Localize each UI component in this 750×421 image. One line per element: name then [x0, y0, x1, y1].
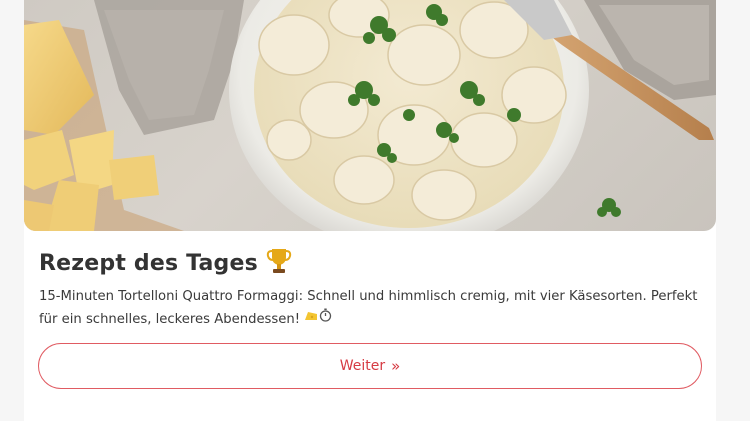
title-row: Rezept des Tages — [39, 246, 292, 280]
tortelloni-dish-image — [24, 0, 716, 231]
stopwatch-icon — [319, 308, 332, 330]
card-title: Rezept des Tages — [39, 250, 258, 276]
cheese-icon — [304, 308, 318, 330]
recipe-of-the-day-card: Rezept des Tages 15-Minuten Tortelloni Q… — [24, 0, 716, 421]
double-chevron-right-icon: » — [391, 357, 401, 375]
trophy-icon — [266, 247, 292, 279]
description-text: 15-Minuten Tortelloni Quattro Formaggi: … — [39, 289, 698, 327]
recipe-description: 15-Minuten Tortelloni Quattro Formaggi: … — [39, 286, 709, 331]
recipe-photo[interactable] — [24, 0, 716, 231]
continue-button[interactable]: Weiter » — [38, 343, 702, 389]
continue-button-label: Weiter — [339, 358, 386, 374]
